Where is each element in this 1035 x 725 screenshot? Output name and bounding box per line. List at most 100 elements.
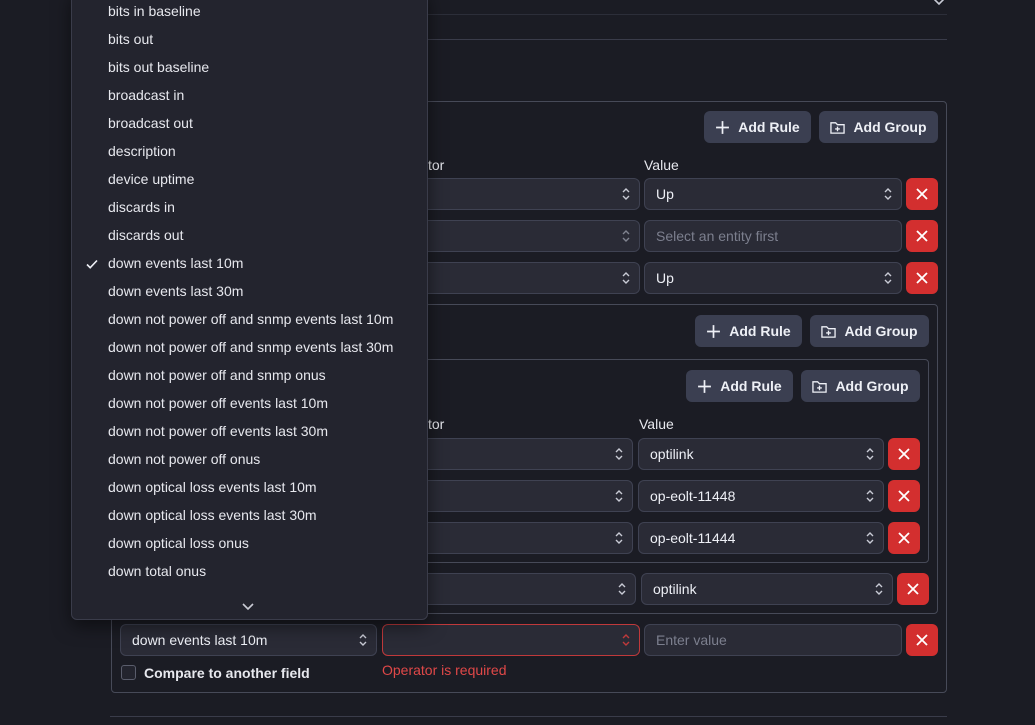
dropdown-option[interactable]: bits in baseline [108, 3, 201, 19]
plus-icon [698, 379, 712, 393]
field-select[interactable]: down events last 10m [120, 624, 377, 656]
nested-add-rule-button[interactable]: Add Rule [695, 315, 802, 347]
dropdown-option[interactable]: down not power off and snmp onus [108, 367, 326, 383]
dropdown-option[interactable]: down events last 30m [108, 283, 243, 299]
add-rule-label: Add Rule [729, 323, 791, 339]
delete-rule-button[interactable] [906, 178, 938, 210]
section-divider [427, 39, 947, 40]
chevron-updown-icon [622, 188, 630, 200]
folder-plus-icon [821, 325, 837, 338]
operator-error-message: Operator is required [382, 662, 507, 678]
value-input[interactable]: Enter value [644, 624, 902, 656]
value-select[interactable]: optilink [638, 438, 884, 470]
delete-rule-button[interactable] [888, 522, 920, 554]
value-select[interactable]: Up [644, 262, 902, 294]
dropdown-option[interactable]: down not power off events last 10m [108, 395, 328, 411]
inner-add-rule-button[interactable]: Add Rule [686, 370, 793, 402]
chevron-updown-icon [615, 532, 623, 544]
inner-add-group-button[interactable]: Add Group [801, 370, 920, 402]
delete-rule-button[interactable] [888, 480, 920, 512]
close-icon [898, 448, 910, 460]
operator-header: tor [428, 157, 445, 173]
close-icon [898, 490, 910, 502]
operator-header: tor [428, 416, 445, 432]
dropdown-option[interactable]: down optical loss onus [108, 535, 249, 551]
close-icon [916, 634, 928, 646]
dropdown-option[interactable]: down not power off and snmp events last … [108, 311, 393, 327]
add-group-label: Add Group [844, 323, 918, 339]
value-select[interactable]: Up [644, 178, 902, 210]
chevron-updown-icon [866, 448, 874, 460]
top-divider [427, 14, 947, 15]
dropdown-option[interactable]: bits out [108, 31, 153, 47]
dropdown-option[interactable]: broadcast out [108, 115, 193, 131]
value-header: Value [639, 416, 674, 432]
folder-plus-icon [830, 121, 846, 134]
chevron-updown-icon [359, 634, 367, 646]
add-rule-label: Add Rule [738, 119, 800, 135]
dropdown-option[interactable]: description [108, 143, 176, 159]
chevron-updown-icon [875, 583, 883, 595]
field-dropdown-menu: bits in baseline bits out bits out baselin… [71, 0, 428, 620]
delete-rule-button[interactable] [906, 262, 938, 294]
nested-add-group-button[interactable]: Add Group [810, 315, 929, 347]
dropdown-option[interactable]: device uptime [108, 171, 194, 187]
value-text: optilink [650, 446, 694, 462]
value-select[interactable]: optilink [641, 573, 893, 605]
compare-checkbox[interactable] [121, 665, 136, 680]
dropdown-option[interactable]: down not power off events last 30m [108, 423, 328, 439]
add-group-label: Add Group [853, 119, 927, 135]
close-icon [898, 532, 910, 544]
value-placeholder: Select an entity first [656, 228, 779, 244]
compare-label[interactable]: Compare to another field [144, 665, 310, 681]
dropdown-option[interactable]: down optical loss events last 10m [108, 479, 317, 495]
chevron-down-icon[interactable] [933, 0, 945, 6]
dropdown-option[interactable]: down events last 10m [108, 255, 243, 271]
chevron-updown-icon [618, 583, 626, 595]
operator-select-error[interactable] [382, 624, 640, 656]
value-placeholder: Enter value [656, 632, 727, 648]
value-text: optilink [653, 581, 697, 597]
delete-rule-button[interactable] [897, 573, 929, 605]
delete-rule-button[interactable] [906, 220, 938, 252]
value-text: Up [656, 186, 674, 202]
dropdown-option[interactable]: down total onus [108, 563, 206, 579]
value-header: Value [644, 157, 679, 173]
chevron-updown-icon [866, 532, 874, 544]
close-icon [916, 272, 928, 284]
bottom-divider [110, 716, 947, 717]
close-icon [916, 230, 928, 242]
scroll-down-chevron-icon[interactable] [242, 603, 254, 611]
dropdown-option[interactable]: discards out [108, 227, 183, 243]
dropdown-option[interactable]: bits out baseline [108, 59, 209, 75]
value-select[interactable]: op-eolt-11444 [638, 522, 884, 554]
check-icon [86, 259, 98, 269]
chevron-updown-icon [884, 272, 892, 284]
delete-rule-button[interactable] [888, 438, 920, 470]
value-text: op-eolt-11448 [650, 488, 736, 504]
plus-icon [716, 120, 730, 134]
field-value: down events last 10m [132, 632, 268, 648]
chevron-updown-icon [622, 230, 630, 242]
plus-icon [707, 324, 721, 338]
dropdown-option[interactable]: down not power off and snmp events last … [108, 339, 393, 355]
outer-add-rule-button[interactable]: Add Rule [704, 111, 811, 143]
value-select[interactable]: op-eolt-11448 [638, 480, 884, 512]
dropdown-option[interactable]: broadcast in [108, 87, 184, 103]
dropdown-option[interactable]: down optical loss events last 30m [108, 507, 317, 523]
chevron-updown-icon [615, 490, 623, 502]
value-text: Up [656, 270, 674, 286]
chevron-updown-icon [615, 448, 623, 460]
value-text: op-eolt-11444 [650, 530, 736, 546]
dropdown-option[interactable]: discards in [108, 199, 175, 215]
add-rule-label: Add Rule [720, 378, 782, 394]
close-icon [907, 583, 919, 595]
add-group-label: Add Group [835, 378, 909, 394]
dropdown-option[interactable]: down not power off onus [108, 451, 260, 467]
chevron-updown-icon [866, 490, 874, 502]
value-input-disabled[interactable]: Select an entity first [644, 220, 902, 252]
outer-add-group-button[interactable]: Add Group [819, 111, 938, 143]
folder-plus-icon [812, 380, 828, 393]
delete-rule-button[interactable] [906, 624, 938, 656]
chevron-updown-icon [622, 272, 630, 284]
